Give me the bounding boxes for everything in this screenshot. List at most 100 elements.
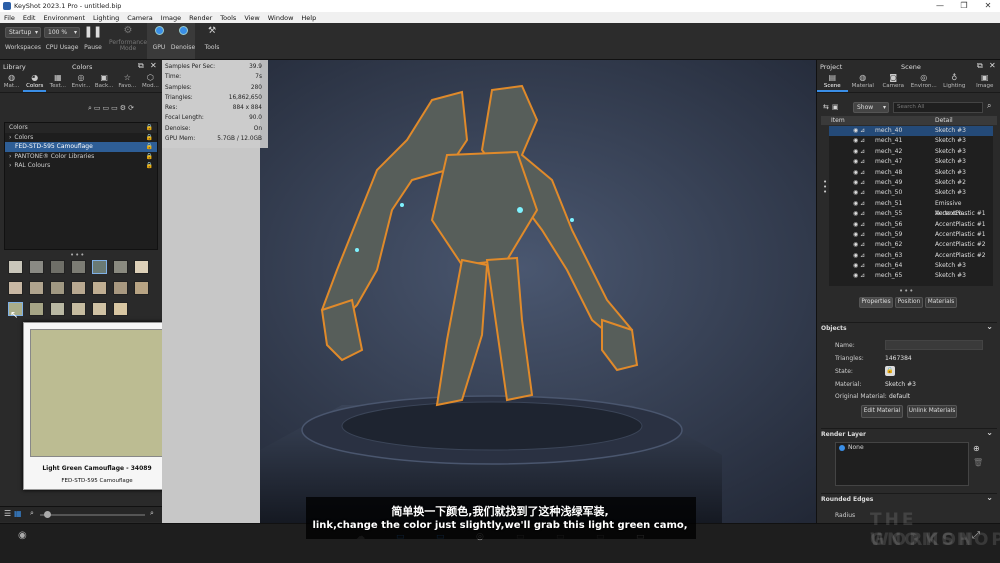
tab-properties[interactable]: Properties [859,297,893,308]
color-swatch[interactable] [71,260,86,274]
expand-arrow-icon[interactable]: › [9,134,11,141]
denoise-toggle[interactable]: Denoise [170,26,196,51]
scene-tree-row[interactable]: ◉ ⊿ mech_62 AccentPlastic #2 [829,240,993,250]
tools-button[interactable]: ⚒ Tools [200,26,224,51]
menu-help[interactable]: Help [297,14,320,22]
visibility-eye-icon[interactable]: ◉ ⊿ [853,157,865,167]
color-swatch[interactable] [113,260,128,274]
lock-state-icon[interactable]: 🔒 [885,366,895,376]
scene-tree-row[interactable]: ◉ ⊿ mech_55 AccentPlastic #1 [829,209,993,219]
folder-icon[interactable]: ▭ [94,104,103,112]
visibility-eye-icon[interactable]: ◉ ⊿ [853,230,865,240]
delete-layer-icon[interactable]: 🗑 [973,458,983,467]
radio-selected-icon[interactable] [839,444,845,451]
visibility-eye-icon[interactable]: ◉ ⊿ [853,209,865,219]
scene-tree-row[interactable]: ◉ ⊿ mech_63 AccentPlastic #2 [829,251,993,261]
color-swatch[interactable] [50,260,65,274]
tab-scene[interactable]: ▤ Scene [817,71,848,92]
render-layer-section[interactable]: Render Layer [821,427,997,440]
tab-environments[interactable]: ◎ Envir... [69,71,92,92]
menu-render[interactable]: Render [185,14,216,22]
scene-tree-row[interactable]: ◉ ⊿ mech_49 Sketch #2 [829,178,993,188]
tab-position[interactable]: Position [895,297,923,308]
color-swatch[interactable] [113,281,128,295]
maximize-button[interactable]: ❐ [952,0,976,12]
visibility-eye-icon[interactable]: ◉ ⊿ [853,240,865,250]
tab-textures[interactable]: ▦ Text... [46,71,69,92]
refresh-icon[interactable]: ⟳ [128,104,136,112]
color-swatch[interactable] [8,260,23,274]
close-panel-icon[interactable]: ✕ [989,61,996,70]
col-detail[interactable]: Detail [935,116,953,125]
visibility-eye-icon[interactable]: ◉ ⊿ [853,271,865,281]
tab-materials[interactable]: ◍ Mat... [0,71,23,92]
gpu-toggle[interactable]: GPU [149,26,169,51]
scene-tree-row[interactable]: ◉ ⊿ mech_48 Sketch #3 [829,168,993,178]
show-dropdown[interactable]: Show [853,102,889,113]
unlink-materials-button[interactable]: Unlink Materials [907,405,957,418]
tree-row-ral[interactable]: › RAL Colours 🔒 [5,161,157,171]
expand-arrow-icon[interactable]: › [9,162,11,169]
color-swatch[interactable] [71,281,86,295]
visibility-eye-icon[interactable]: ◉ ⊿ [853,251,865,261]
color-swatch[interactable] [134,260,149,274]
col-item[interactable]: Item [831,116,845,125]
close-panel-icon[interactable]: ✕ [150,61,157,70]
tree-row-colors[interactable]: › Colors 🔒 [5,133,157,143]
scene-tree-row[interactable]: ◉ ⊿ mech_64 Sketch #3 [829,261,993,271]
close-window-button[interactable]: ✕ [976,0,1000,12]
tree-row-pantone[interactable]: › PANTONE® Color Libraries 🔒 [5,152,157,162]
visibility-eye-icon[interactable]: ◉ ⊿ [853,147,865,157]
visibility-eye-icon[interactable]: ◉ ⊿ [853,168,865,178]
color-swatch[interactable] [29,302,44,316]
menu-image[interactable]: Image [157,14,185,22]
scene-tree-row[interactable]: ◉ ⊿ mech_41 Sketch #3 [829,136,993,146]
tree-row-fed-std-595[interactable]: FED-STD-595 Camouflage 🔒 [5,142,157,152]
scene-tree-row[interactable]: ◉ ⊿ mech_50 Sketch #3 [829,188,993,198]
menu-view[interactable]: View [240,14,263,22]
color-swatch[interactable] [50,302,65,316]
color-swatch[interactable] [92,260,107,274]
filter-icon[interactable]: ▣ [832,103,842,111]
eye-icon[interactable]: ◉ [18,530,27,541]
visibility-eye-icon[interactable]: ◉ ⊿ [853,188,865,198]
search-icon[interactable]: ⌕ [987,101,991,111]
scene-search-input[interactable]: Search All [893,102,983,113]
scene-tree-row[interactable]: ◉ ⊿ mech_42 Sketch #3 [829,147,993,157]
menu-edit[interactable]: Edit [19,14,40,22]
workspace-dropdown[interactable]: Startup [5,27,41,38]
scene-tree-row[interactable]: ◉ ⊿ mech_47 Sketch #3 [829,157,993,167]
tab-materials[interactable]: Materials [925,297,957,308]
visibility-eye-icon[interactable]: ◉ ⊿ [853,220,865,230]
color-swatch[interactable] [134,281,149,295]
menu-file[interactable]: File [0,14,19,22]
color-swatch[interactable] [29,260,44,274]
expand-arrow-icon[interactable]: › [9,153,11,160]
tab-image[interactable]: ▣ Image [970,71,1000,92]
render-layer-item[interactable]: None [836,443,968,453]
scene-tree-row[interactable]: ◉ ⊿ mech_65 Sketch #3 [829,271,993,281]
tab-backplates[interactable]: ▣ Back... [93,71,116,92]
scene-tree-row[interactable]: ◉ ⊿ mech_51 Emissive VertexCo... [829,199,993,217]
tab-material[interactable]: ◍ Material [848,71,879,92]
scene-tree-row[interactable]: ◉ ⊿ mech_40 Sketch #3 [829,126,993,137]
visibility-eye-icon[interactable]: ◉ ⊿ [853,261,865,271]
import-icon[interactable]: ▭ [111,104,120,112]
visibility-eye-icon[interactable]: ◉ ⊿ [853,136,865,146]
scene-tree-row[interactable]: ◉ ⊿ mech_59 AccentPlastic #1 [829,230,993,240]
tab-lighting[interactable]: ♁ Lighting [939,71,970,92]
add-layer-icon[interactable]: ⊕ [973,444,980,453]
pause-button[interactable]: ❚❚ Pause [82,25,104,51]
minimize-button[interactable]: — [928,0,952,12]
tab-favorites[interactable]: ☆ Favo... [116,71,139,92]
color-swatch[interactable] [92,302,107,316]
objects-section[interactable]: Objects [821,321,997,334]
color-swatch[interactable] [71,302,86,316]
menu-camera[interactable]: Camera [123,14,157,22]
zoom-dropdown[interactable]: 100 % [44,27,80,38]
settings-icon[interactable]: ⚙ [120,104,128,112]
edit-material-button[interactable]: Edit Material [861,405,903,418]
splitter-handle-vertical[interactable]: • • • [823,179,827,196]
color-swatch[interactable] [92,281,107,295]
undock-icon[interactable]: ⧉ [977,61,983,71]
